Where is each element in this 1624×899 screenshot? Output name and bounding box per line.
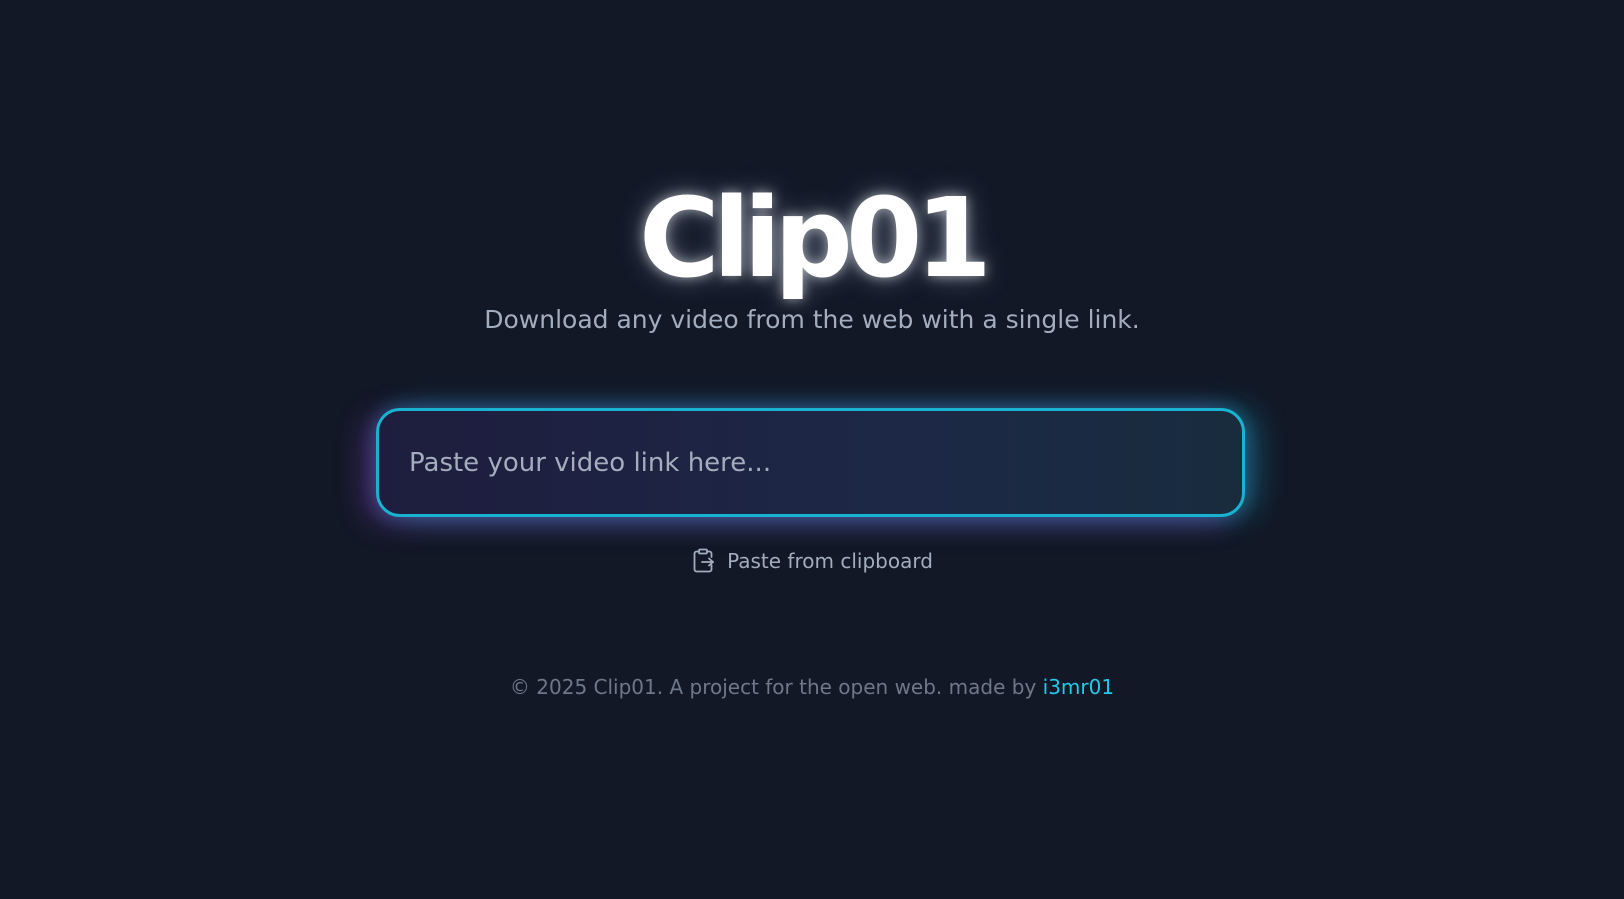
footer-text: © 2025 Clip01. A project for the open we…	[509, 675, 1037, 699]
author-link[interactable]: i3mr01	[1043, 675, 1114, 699]
clipboard-paste-icon	[693, 548, 714, 573]
link-input-container[interactable]	[376, 408, 1245, 517]
paste-button-label: Paste from clipboard	[727, 549, 933, 573]
logo-title: Clip01	[639, 174, 992, 302]
paste-from-clipboard-button[interactable]: Paste from clipboard	[0, 545, 1624, 577]
page: Clip01 Download any video from the web w…	[0, 0, 1624, 899]
footer: © 2025 Clip01. A project for the open we…	[0, 671, 1624, 703]
tagline: Download any video from the web with a s…	[484, 305, 1140, 334]
video-link-input[interactable]	[409, 411, 1209, 514]
